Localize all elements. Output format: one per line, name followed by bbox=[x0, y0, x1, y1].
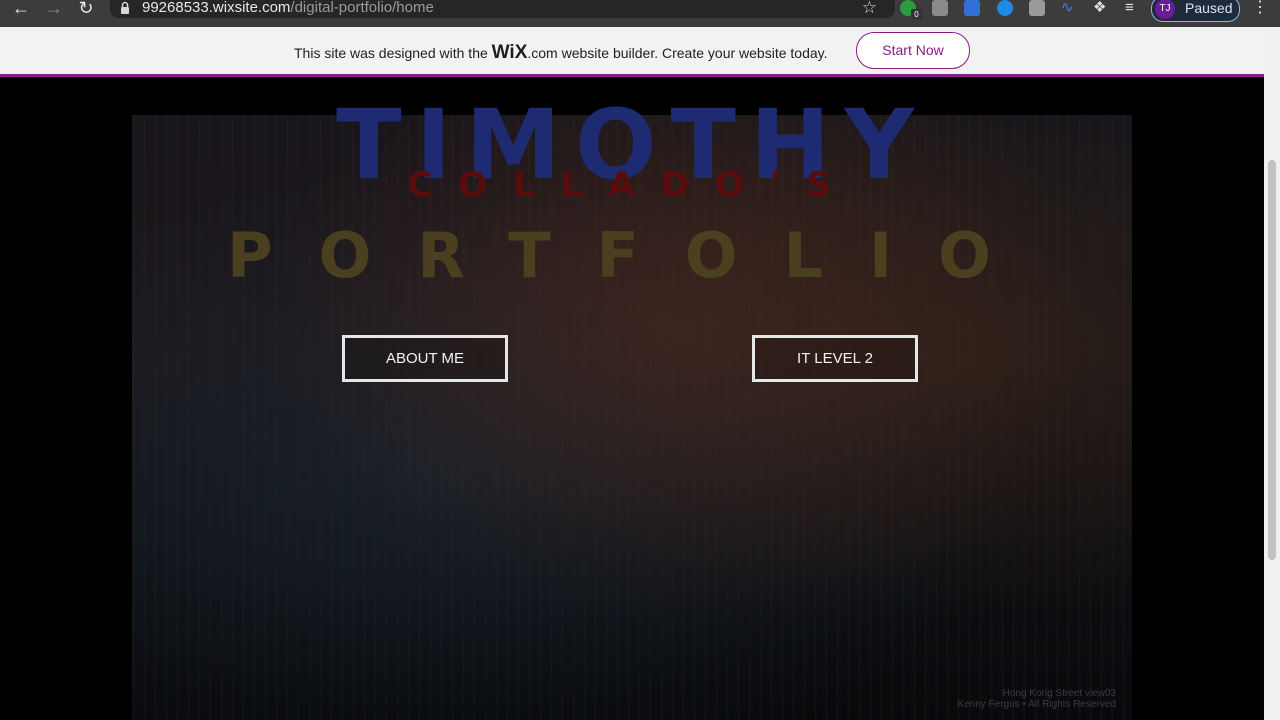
wix-logo: WiX bbox=[491, 42, 528, 63]
hero-image-caption: Hong Kong Street view03 Kenny Fergus • A… bbox=[957, 688, 1116, 710]
extension-doc-icon[interactable] bbox=[932, 0, 948, 16]
site-subtitle: COLLADO'S bbox=[407, 165, 857, 205]
page-content: Hong Kong Street view03 Kenny Fergus • A… bbox=[0, 77, 1264, 720]
extension-badge: 0 bbox=[911, 9, 922, 20]
about-me-button[interactable]: ABOUT ME bbox=[342, 335, 508, 382]
extension-reader-icon[interactable] bbox=[1029, 0, 1045, 16]
address-bar[interactable]: 99268533.wixsite.com/digital-portfolio/h… bbox=[110, 0, 895, 18]
browser-toolbar: ← → ↻ 99268533.wixsite.com/digital-portf… bbox=[0, 0, 1280, 27]
avatar: TJ bbox=[1155, 0, 1175, 19]
extensions-puzzle-icon[interactable]: ❖ bbox=[1093, 0, 1109, 16]
scrollbar-thumb[interactable] bbox=[1268, 160, 1276, 560]
back-icon[interactable]: ← bbox=[10, 0, 32, 18]
forward-icon[interactable]: → bbox=[43, 0, 65, 18]
menu-kebab-icon[interactable]: ⋮ bbox=[1252, 0, 1268, 16]
extension-wave-icon[interactable]: ∿ bbox=[1061, 0, 1077, 16]
url-text: 99268533.wixsite.com/digital-portfolio/h… bbox=[142, 0, 434, 16]
lock-icon bbox=[121, 1, 129, 14]
reading-list-icon[interactable]: ≡ bbox=[1125, 0, 1141, 16]
profile-button[interactable]: TJ Paused bbox=[1151, 0, 1240, 22]
wix-promo-banner: This site was designed with the WiX.com … bbox=[0, 27, 1264, 77]
hero-background-image: Hong Kong Street view03 Kenny Fergus • A… bbox=[132, 115, 1132, 720]
extension-dropbox-icon[interactable] bbox=[964, 0, 980, 16]
extension-hp-icon[interactable] bbox=[997, 0, 1013, 16]
profile-status: Paused bbox=[1185, 0, 1233, 16]
it-level-2-button[interactable]: IT LEVEL 2 bbox=[752, 335, 918, 382]
banner-text: This site was designed with the WiX.com … bbox=[294, 42, 828, 63]
start-now-button[interactable]: Start Now bbox=[856, 32, 970, 69]
bookmark-star-icon[interactable]: ☆ bbox=[862, 0, 877, 18]
reload-icon[interactable]: ↻ bbox=[75, 0, 97, 18]
portfolio-heading: PORTFOLIO bbox=[227, 219, 1037, 292]
